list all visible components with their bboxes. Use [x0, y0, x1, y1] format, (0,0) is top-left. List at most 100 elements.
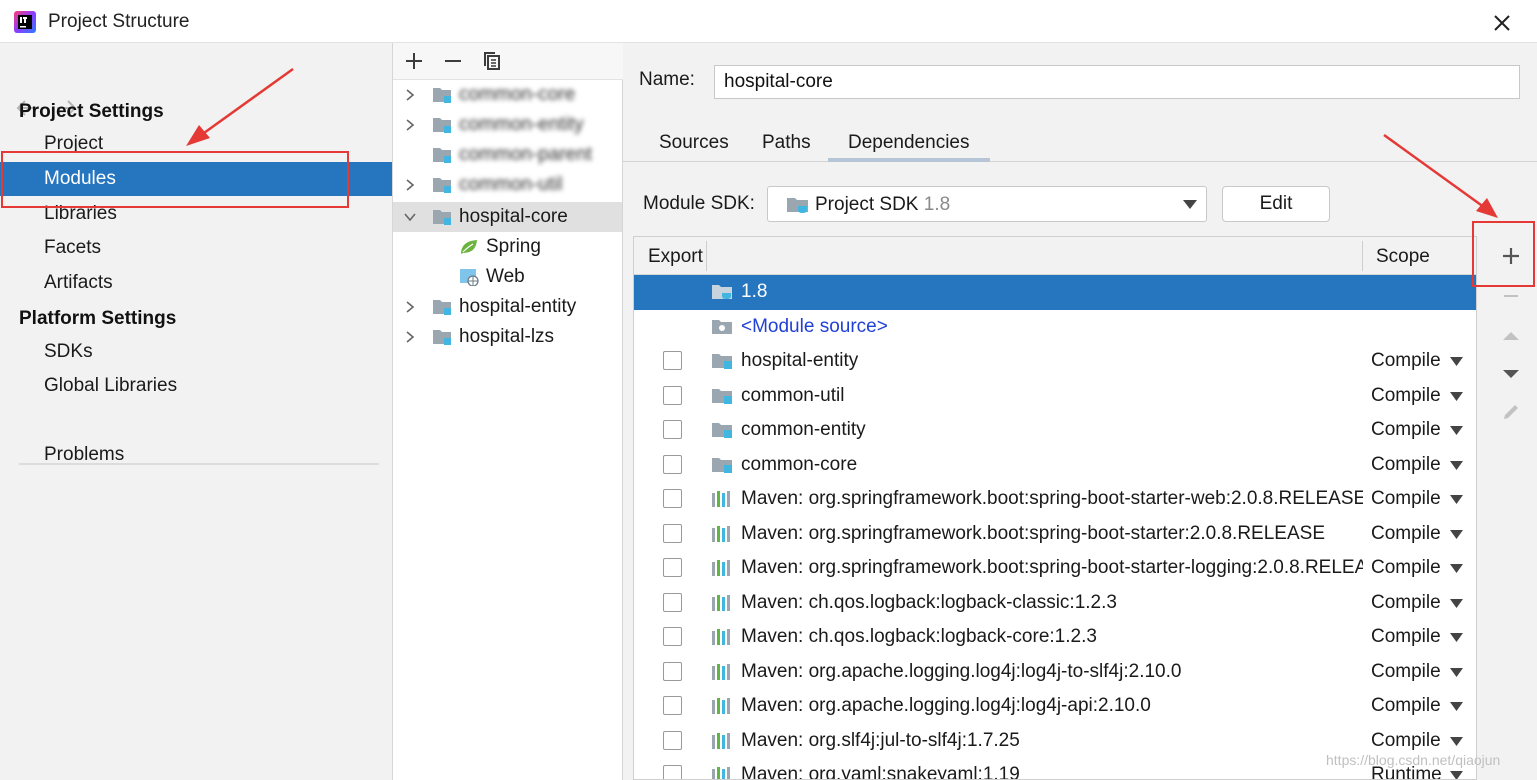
- dropdown-arrow-icon[interactable]: [1450, 426, 1463, 435]
- dependency-row[interactable]: Maven: org.springframework.boot:spring-b…: [634, 482, 1476, 517]
- export-checkbox[interactable]: [663, 558, 682, 577]
- tree-item[interactable]: common-entity: [393, 110, 622, 140]
- tree-item[interactable]: common-core: [393, 80, 622, 110]
- dropdown-arrow-icon[interactable]: [1450, 460, 1463, 470]
- add-icon[interactable]: [403, 50, 425, 72]
- nav-item-libraries[interactable]: Libraries: [0, 197, 392, 231]
- tree-item[interactable]: hospital-entity: [393, 292, 622, 322]
- chevron-right-icon[interactable]: [403, 118, 417, 132]
- dependency-row[interactable]: 1.8: [634, 275, 1476, 310]
- export-checkbox[interactable]: [663, 454, 682, 474]
- dependency-row[interactable]: Maven: org.apache.logging.log4j:log4j-ap…: [634, 689, 1476, 724]
- chevron-right-icon[interactable]: [403, 300, 417, 314]
- move-down-icon[interactable]: [1499, 362, 1523, 386]
- dependency-scope[interactable]: Compile: [1371, 626, 1441, 648]
- dependency-scope[interactable]: Compile: [1371, 385, 1441, 407]
- dropdown-arrow-icon[interactable]: [1450, 702, 1463, 711]
- dropdown-arrow-icon[interactable]: [1450, 529, 1463, 539]
- dependency-row[interactable]: common-entity Compile: [634, 413, 1476, 448]
- module-name-input[interactable]: [714, 65, 1520, 99]
- dependency-scope[interactable]: Compile: [1371, 523, 1441, 545]
- dropdown-arrow-icon[interactable]: [1450, 771, 1463, 780]
- tree-item[interactable]: hospital-core: [393, 202, 622, 232]
- tree-item[interactable]: hospital-lzs: [393, 322, 622, 352]
- tree-item-label: hospital-entity: [459, 296, 577, 317]
- export-checkbox[interactable]: [663, 627, 682, 646]
- dependency-row[interactable]: Maven: org.apache.logging.log4j:log4j-to…: [634, 655, 1476, 690]
- chevron-right-icon[interactable]: [403, 330, 417, 344]
- tab-paths[interactable]: Paths: [762, 132, 811, 154]
- nav-item-modules[interactable]: Modules: [0, 162, 392, 196]
- close-icon[interactable]: [1488, 9, 1516, 37]
- tree-item[interactable]: Web: [393, 262, 622, 292]
- nav-item-artifacts[interactable]: Artifacts: [0, 266, 392, 300]
- tree-item[interactable]: Spring: [393, 232, 622, 262]
- tab-sources[interactable]: Sources: [659, 132, 729, 154]
- dropdown-arrow-icon[interactable]: [1450, 598, 1463, 608]
- tree-toolbar: [393, 43, 623, 80]
- dependency-scope[interactable]: Compile: [1371, 730, 1441, 752]
- add-dependency-icon[interactable]: [1499, 244, 1523, 268]
- chevron-down-icon[interactable]: [403, 210, 417, 224]
- dropdown-arrow-icon[interactable]: [1450, 564, 1463, 573]
- chevron-right-icon[interactable]: [403, 178, 417, 192]
- dropdown-arrow-icon[interactable]: [1450, 736, 1463, 746]
- dependency-scope[interactable]: Compile: [1371, 454, 1441, 476]
- export-checkbox[interactable]: [663, 661, 682, 681]
- dependency-row[interactable]: Maven: org.springframework.boot:spring-b…: [634, 517, 1476, 552]
- dependency-scope[interactable]: Compile: [1371, 350, 1441, 372]
- folder-module-icon: [712, 388, 732, 404]
- nav-item-global-libraries[interactable]: Global Libraries: [0, 369, 392, 403]
- dropdown-arrow-icon[interactable]: [1450, 495, 1463, 504]
- tree-item[interactable]: common-parent: [393, 140, 622, 170]
- dependency-scope[interactable]: Compile: [1371, 488, 1441, 510]
- nav-item-project[interactable]: Project: [0, 127, 392, 161]
- export-checkbox[interactable]: [663, 489, 682, 508]
- chevron-right-icon[interactable]: [403, 88, 417, 102]
- export-checkbox[interactable]: [663, 523, 682, 543]
- copy-icon[interactable]: [481, 50, 503, 72]
- remove-dependency-icon[interactable]: [1499, 284, 1523, 308]
- project-settings-header: Project Settings: [19, 101, 164, 122]
- tab-dependencies[interactable]: Dependencies: [848, 132, 969, 154]
- tree-item[interactable]: common-util: [393, 170, 622, 200]
- export-checkbox[interactable]: [663, 351, 682, 370]
- nav-item-facets[interactable]: Facets: [0, 231, 392, 265]
- edit-sdk-button[interactable]: Edit: [1222, 186, 1330, 222]
- export-checkbox[interactable]: [663, 730, 682, 750]
- column-scope[interactable]: Scope: [1376, 246, 1430, 268]
- move-up-icon[interactable]: [1499, 324, 1523, 348]
- dependency-scope[interactable]: Compile: [1371, 661, 1441, 683]
- export-checkbox[interactable]: [663, 765, 682, 779]
- module-sdk-select[interactable]: Project SDK 1.8: [767, 186, 1207, 222]
- dependency-row[interactable]: Maven: ch.qos.logback:logback-classic:1.…: [634, 586, 1476, 621]
- export-checkbox[interactable]: [663, 420, 682, 439]
- column-divider: [706, 241, 707, 271]
- dropdown-arrow-icon[interactable]: [1450, 667, 1463, 677]
- dependency-scope[interactable]: Compile: [1371, 557, 1441, 579]
- sdk-folder-icon: [712, 285, 732, 299]
- dependency-row[interactable]: hospital-entity Compile: [634, 344, 1476, 379]
- nav-item-sdks[interactable]: SDKs: [0, 335, 392, 369]
- table-scrollbar[interactable]: [1476, 275, 1477, 780]
- dependency-scope[interactable]: Compile: [1371, 419, 1441, 441]
- sdk-version: 1.8: [923, 194, 951, 215]
- dependency-row[interactable]: Maven: ch.qos.logback:logback-core:1.2.3…: [634, 620, 1476, 655]
- export-checkbox[interactable]: [663, 592, 682, 612]
- dependency-row[interactable]: <Module source>: [634, 310, 1476, 345]
- export-checkbox[interactable]: [663, 696, 682, 715]
- folder-module-icon: [712, 423, 732, 438]
- export-checkbox[interactable]: [663, 385, 682, 405]
- nav-item-problems[interactable]: Problems: [0, 438, 392, 472]
- remove-icon[interactable]: [442, 50, 464, 72]
- dependency-scope[interactable]: Compile: [1371, 592, 1441, 614]
- dependency-row[interactable]: Maven: org.springframework.boot:spring-b…: [634, 551, 1476, 586]
- dependency-row[interactable]: common-util Compile: [634, 379, 1476, 414]
- dropdown-arrow-icon[interactable]: [1450, 633, 1463, 642]
- edit-pencil-icon[interactable]: [1499, 400, 1523, 424]
- dropdown-arrow-icon[interactable]: [1450, 391, 1463, 401]
- dropdown-arrow-icon[interactable]: [1450, 357, 1463, 366]
- column-export[interactable]: Export: [648, 246, 703, 268]
- dependency-scope[interactable]: Compile: [1371, 695, 1441, 717]
- dependency-row[interactable]: common-core Compile: [634, 448, 1476, 483]
